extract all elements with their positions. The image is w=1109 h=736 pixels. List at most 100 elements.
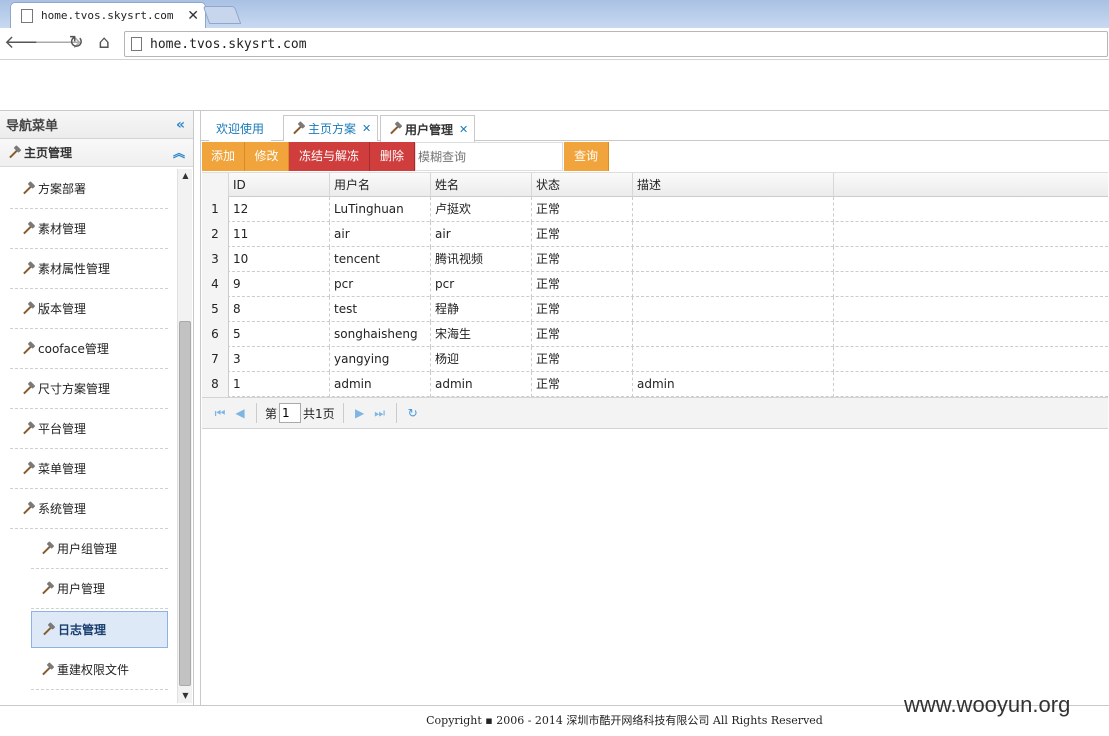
hammer-icon [20, 462, 36, 476]
sidebar-item-plan-deploy[interactable]: 方案部署 [10, 169, 168, 209]
sidebar-subitem-rebuild-perms[interactable]: 重建权限文件 [31, 650, 168, 690]
refresh-icon[interactable]: ↻ [403, 406, 423, 420]
pagination-bar: ⏮ ◀ 第 共1页 ▶ ⏭ ↻ [202, 397, 1108, 429]
close-tab-icon[interactable]: ✕ [362, 122, 371, 135]
table-row[interactable]: 1 12 LuTinghuan 卢挺欢 正常 [202, 197, 1108, 222]
table-row[interactable]: 3 10 tencent 腾讯视频 正常 [202, 247, 1108, 272]
column-header-status[interactable]: 状态 [532, 173, 633, 198]
sidebar-item-versions[interactable]: 版本管理 [10, 289, 168, 329]
close-tab-icon[interactable]: ✕ [459, 123, 468, 136]
row-number: 8 [202, 372, 229, 397]
add-button[interactable]: 添加 [202, 142, 245, 171]
content-area: 欢迎使用 主页方案 ✕ 用户管理 ✕ 添加 修改 冻结与解冻 删除 查询 [200, 111, 1109, 705]
cell-username: yangying [330, 347, 431, 372]
menu-group-header[interactable]: 主页管理 ︽ [0, 139, 193, 167]
cell-name: 杨迎 [431, 347, 532, 372]
query-button[interactable]: 查询 [564, 142, 609, 171]
cell-description [633, 222, 834, 247]
close-tab-icon[interactable]: ✕ [187, 8, 199, 24]
table-row[interactable]: 2 11 air air 正常 [202, 222, 1108, 247]
sidebar-item-system[interactable]: 系统管理 [10, 489, 168, 529]
hammer-icon [20, 222, 36, 236]
hammer-icon [290, 122, 306, 136]
search-input[interactable] [415, 142, 563, 171]
row-number: 7 [202, 347, 229, 372]
cell-description [633, 297, 834, 322]
app: 导航菜单 « 主页管理 ︽ 方案部署 素材管理 素材属性管理 版本管理 coof… [0, 110, 1109, 734]
table-row[interactable]: 4 9 pcr pcr 正常 [202, 272, 1108, 297]
scroll-up-icon[interactable]: ▲ [178, 169, 193, 183]
tab-welcome[interactable]: 欢迎使用 [209, 115, 272, 141]
browser-tabstrip: home.tvos.skysrt.com ✕ [0, 0, 1109, 28]
first-page-icon[interactable]: ⏮ [210, 406, 230, 421]
address-bar[interactable]: home.tvos.skysrt.com [124, 31, 1108, 57]
page-icon [21, 8, 33, 23]
pager-divider [256, 403, 257, 423]
prev-page-icon[interactable]: ◀ [230, 406, 250, 420]
hammer-icon [387, 122, 403, 136]
row-number: 6 [202, 322, 229, 347]
cell-description [633, 197, 834, 222]
column-header-name[interactable]: 姓名 [431, 173, 532, 198]
scrollbar-thumb[interactable] [179, 321, 191, 686]
edit-button[interactable]: 修改 [245, 142, 289, 171]
cell-description [633, 247, 834, 272]
sidebar-item-cooface[interactable]: cooface管理 [10, 329, 168, 369]
menu-group-label: 主页管理 [24, 146, 73, 160]
cell-status: 正常 [532, 347, 633, 372]
cell-status: 正常 [532, 322, 633, 347]
sidebar-item-size-plans[interactable]: 尺寸方案管理 [10, 369, 168, 409]
tab-user-management[interactable]: 用户管理 ✕ [380, 115, 476, 142]
cell-status: 正常 [532, 247, 633, 272]
menu-scrollbar[interactable]: ▲ ▼ [177, 169, 192, 703]
cell-username: pcr [330, 272, 431, 297]
sidebar-item-platforms[interactable]: 平台管理 [10, 409, 168, 449]
sidebar-subitem-user-groups[interactable]: 用户组管理 [31, 529, 168, 569]
collapse-panel-icon[interactable]: « [176, 117, 185, 133]
nav-header: 导航菜单 « [0, 111, 193, 139]
cell-name: air [431, 222, 532, 247]
browser-tab-title: home.tvos.skysrt.com [41, 9, 174, 22]
delete-button[interactable]: 删除 [370, 142, 415, 171]
column-header-id[interactable]: ID [229, 173, 330, 198]
cell-id: 10 [229, 247, 330, 272]
scroll-down-icon[interactable]: ▼ [178, 689, 193, 703]
sidebar-item-material-attrs[interactable]: 素材属性管理 [10, 249, 168, 289]
hammer-icon [20, 502, 36, 516]
cell-status: 正常 [532, 222, 633, 247]
table-row[interactable]: 7 3 yangying 杨迎 正常 [202, 347, 1108, 372]
tab-homepage-plan[interactable]: 主页方案 ✕ [283, 115, 379, 141]
table-row[interactable]: 8 1 admin admin 正常 admin [202, 372, 1108, 397]
back-icon[interactable]: 🡐 [4, 31, 52, 55]
hammer-icon [20, 422, 36, 436]
cell-description: admin [633, 372, 834, 397]
chevron-up-icon[interactable]: ︽ [173, 144, 185, 161]
cell-username: admin [330, 372, 431, 397]
url-text: home.tvos.skysrt.com [150, 36, 307, 52]
watermark: www.wooyun.org [904, 692, 1071, 717]
sidebar-item-menus[interactable]: 菜单管理 [10, 449, 168, 489]
reload-icon[interactable]: ↻ [64, 31, 88, 55]
pager-divider [342, 403, 344, 423]
sidebar-subitem-logs[interactable]: 日志管理 [31, 611, 168, 648]
cell-id: 5 [229, 322, 330, 347]
page-number-input[interactable] [279, 403, 302, 423]
forward-icon[interactable]: 🡒 [34, 31, 82, 55]
next-page-icon[interactable]: ▶ [350, 406, 370, 420]
sidebar-subitem-users[interactable]: 用户管理 [31, 569, 168, 609]
new-tab-button[interactable] [202, 6, 242, 24]
sidebar-item-materials[interactable]: 素材管理 [10, 209, 168, 249]
page-icon [131, 37, 142, 51]
cell-description [633, 322, 834, 347]
cell-id: 3 [229, 347, 330, 372]
column-header-username[interactable]: 用户名 [330, 173, 431, 198]
cell-status: 正常 [532, 272, 633, 297]
home-icon[interactable]: ⌂ [92, 31, 116, 55]
freeze-button[interactable]: 冻结与解冻 [289, 142, 370, 171]
last-page-icon[interactable]: ⏭ [370, 406, 390, 421]
row-number: 3 [202, 247, 229, 272]
browser-tab[interactable]: home.tvos.skysrt.com ✕ [10, 2, 206, 28]
column-header-description[interactable]: 描述 [633, 173, 834, 198]
table-row[interactable]: 6 5 songhaisheng 宋海生 正常 [202, 322, 1108, 347]
table-row[interactable]: 5 8 test 程静 正常 [202, 297, 1108, 322]
